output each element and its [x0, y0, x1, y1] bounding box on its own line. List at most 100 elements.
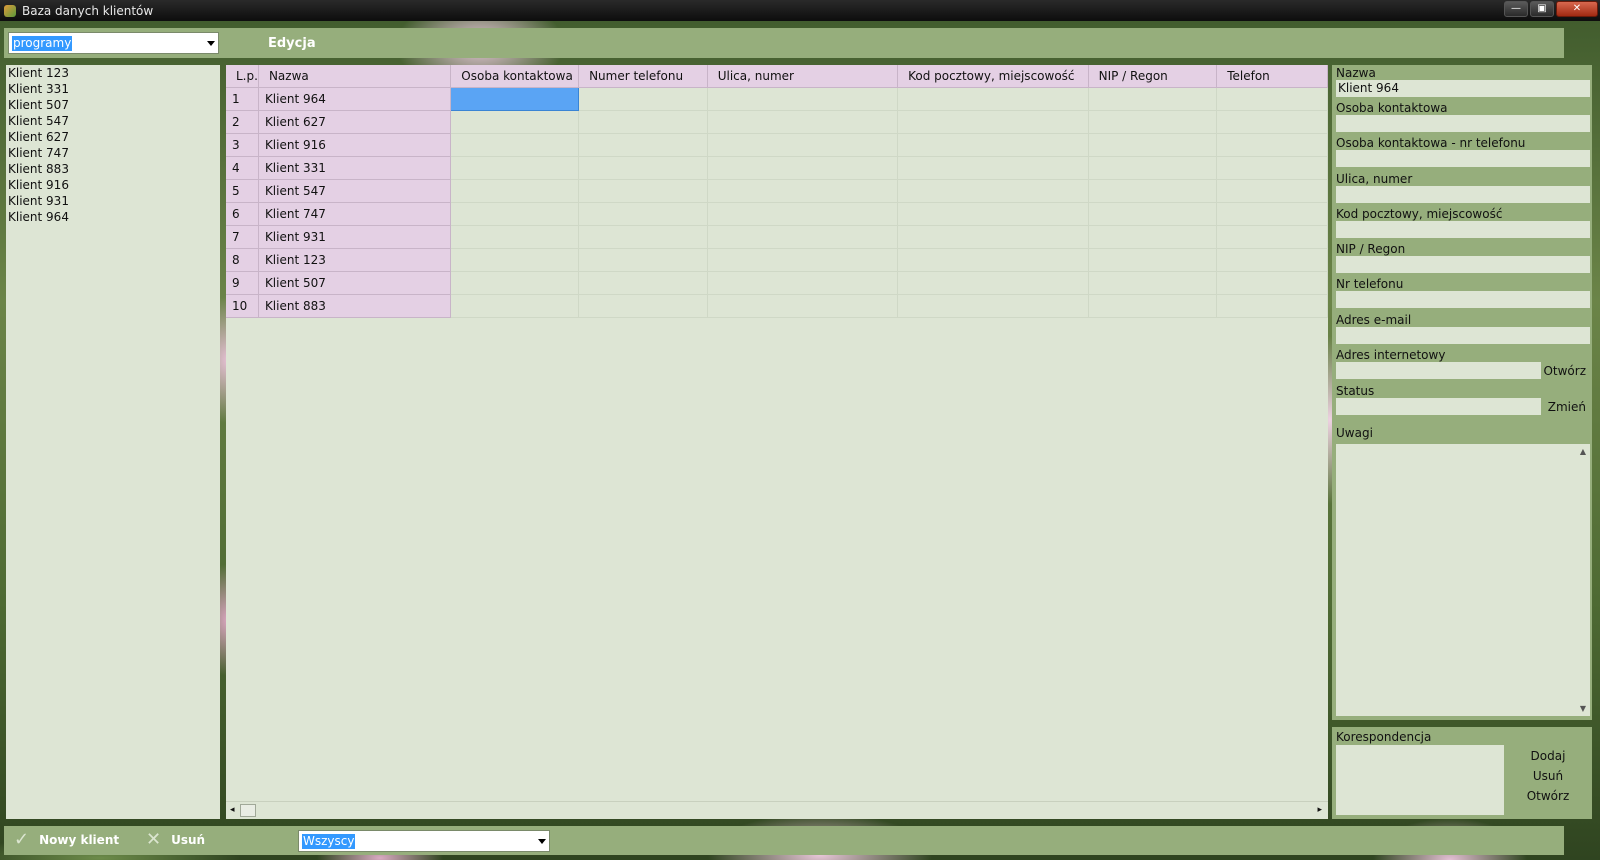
table-cell[interactable] — [450, 202, 580, 226]
edit-menu[interactable]: Edycja — [268, 36, 316, 51]
table-cell[interactable] — [1088, 133, 1218, 157]
table-row[interactable]: 7 Klient 931 — [226, 225, 1328, 249]
table-cell[interactable] — [450, 225, 580, 249]
list-item[interactable]: Klient 547 — [6, 113, 220, 129]
column-header-osoba-kontaktowa[interactable]: Osoba kontaktowa — [450, 65, 580, 88]
table-cell[interactable] — [1088, 294, 1218, 318]
table-cell[interactable] — [707, 110, 899, 134]
list-item[interactable]: Klient 747 — [6, 145, 220, 161]
client-name-cell[interactable]: Klient 507 — [258, 271, 452, 295]
list-item[interactable]: Klient 964 — [6, 209, 220, 225]
chevron-down-icon[interactable] — [538, 839, 546, 844]
client-name-cell[interactable]: Klient 931 — [258, 225, 452, 249]
scroll-up-icon[interactable]: ▲ — [1580, 447, 1586, 456]
table-cell[interactable] — [897, 179, 1089, 203]
table-cell[interactable] — [578, 225, 708, 249]
scroll-down-icon[interactable]: ▼ — [1580, 704, 1586, 713]
table-cell[interactable] — [450, 86, 580, 111]
field-input[interactable] — [1336, 291, 1590, 308]
maximize-button[interactable]: ▣ — [1530, 1, 1554, 17]
column-header-ulica-numer[interactable]: Ulica, numer — [707, 65, 899, 88]
list-item[interactable]: Klient 123 — [6, 65, 220, 81]
filter-combo[interactable]: programy — [8, 32, 219, 54]
table-cell[interactable] — [1216, 133, 1328, 157]
table-cell[interactable] — [1088, 110, 1218, 134]
table-cell[interactable] — [707, 87, 899, 111]
table-cell[interactable] — [450, 156, 580, 180]
table-cell[interactable] — [897, 294, 1089, 318]
table-cell[interactable] — [707, 156, 899, 180]
notes-textarea[interactable]: ▲ ▼ — [1336, 444, 1590, 716]
scrollbar-thumb[interactable] — [240, 804, 256, 817]
status-filter-combo[interactable]: Wszyscy — [298, 830, 550, 852]
table-cell[interactable] — [1216, 225, 1328, 249]
horizontal-scrollbar[interactable]: ◂ ▸ — [226, 801, 1328, 819]
list-item[interactable]: Klient 916 — [6, 177, 220, 193]
table-cell[interactable] — [1216, 202, 1328, 226]
table-cell[interactable] — [897, 133, 1089, 157]
table-cell[interactable] — [1216, 179, 1328, 203]
column-header-numer-telefonu[interactable]: Numer telefonu — [578, 65, 708, 88]
client-name-cell[interactable]: Klient 123 — [258, 248, 452, 272]
table-cell[interactable] — [897, 110, 1089, 134]
notes-scrollbar[interactable]: ▲ ▼ — [1575, 444, 1589, 716]
table-row[interactable]: 10 Klient 883 — [226, 294, 1328, 318]
field-input[interactable] — [1336, 398, 1541, 415]
table-cell[interactable] — [707, 225, 899, 249]
table-cell[interactable] — [578, 202, 708, 226]
chevron-down-icon[interactable] — [207, 41, 215, 46]
open-website-button[interactable]: Otwórz — [1543, 364, 1586, 378]
table-cell[interactable] — [707, 202, 899, 226]
client-name-cell[interactable]: Klient 747 — [258, 202, 452, 226]
table-cell[interactable] — [578, 156, 708, 180]
client-name-cell[interactable]: Klient 331 — [258, 156, 452, 180]
column-header-nazwa[interactable]: Nazwa — [258, 65, 452, 88]
table-cell[interactable] — [1216, 110, 1328, 134]
list-item[interactable]: Klient 883 — [6, 161, 220, 177]
table-cell[interactable] — [707, 248, 899, 272]
table-cell[interactable] — [578, 133, 708, 157]
table-cell[interactable] — [1088, 202, 1218, 226]
scroll-left-icon[interactable]: ◂ — [230, 805, 235, 815]
list-item[interactable]: Klient 627 — [6, 129, 220, 145]
field-input[interactable] — [1336, 362, 1541, 379]
field-input[interactable] — [1336, 115, 1590, 132]
table-row[interactable]: 3 Klient 916 — [226, 133, 1328, 157]
table-cell[interactable] — [1088, 271, 1218, 295]
table-row[interactable]: 6 Klient 747 — [226, 202, 1328, 226]
table-cell[interactable] — [897, 248, 1089, 272]
table-cell[interactable] — [1216, 156, 1328, 180]
delete-correspondence-button[interactable]: Usuń — [1504, 769, 1592, 783]
list-item[interactable]: Klient 507 — [6, 97, 220, 113]
client-name-cell[interactable]: Klient 883 — [258, 294, 452, 318]
table-row[interactable]: 2 Klient 627 — [226, 110, 1328, 134]
field-input[interactable] — [1336, 256, 1590, 273]
table-row[interactable]: 1 Klient 964 — [226, 86, 1328, 111]
column-header-kod-pocztowy[interactable]: Kod pocztowy, miejscowość — [897, 65, 1089, 88]
table-cell[interactable] — [707, 271, 899, 295]
table-cell[interactable] — [1216, 271, 1328, 295]
field-input[interactable] — [1336, 327, 1590, 344]
table-cell[interactable] — [1088, 248, 1218, 272]
table-cell[interactable] — [1216, 248, 1328, 272]
column-header-telefon[interactable]: Telefon — [1216, 65, 1328, 88]
table-cell[interactable] — [450, 248, 580, 272]
change-status-button[interactable]: Zmień — [1548, 400, 1586, 414]
table-cell[interactable] — [707, 133, 899, 157]
client-name-cell[interactable]: Klient 547 — [258, 179, 452, 203]
table-cell[interactable] — [1088, 156, 1218, 180]
table-cell[interactable] — [450, 294, 580, 318]
table-cell[interactable] — [450, 271, 580, 295]
table-cell[interactable] — [897, 225, 1089, 249]
table-cell[interactable] — [578, 271, 708, 295]
table-cell[interactable] — [450, 179, 580, 203]
table-cell[interactable] — [1088, 87, 1218, 111]
table-cell[interactable] — [1088, 179, 1218, 203]
table-cell[interactable] — [1088, 225, 1218, 249]
table-row[interactable]: 8 Klient 123 — [226, 248, 1328, 272]
table-cell[interactable] — [578, 110, 708, 134]
close-button[interactable]: ✕ — [1556, 1, 1598, 17]
table-cell[interactable] — [450, 133, 580, 157]
field-input[interactable] — [1336, 150, 1590, 167]
table-cell[interactable] — [897, 271, 1089, 295]
